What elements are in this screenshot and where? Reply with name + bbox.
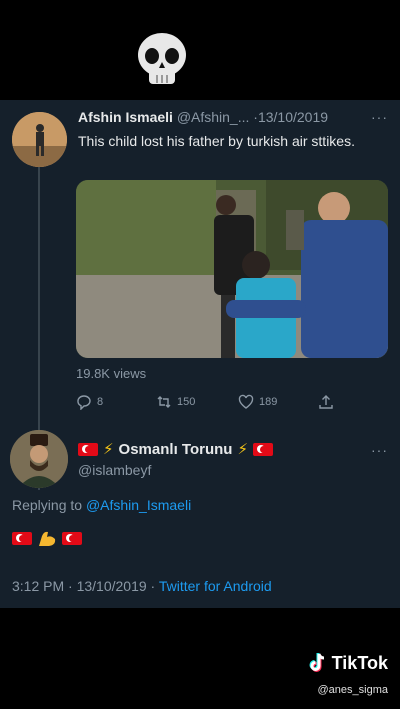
mention-link[interactable]: @Afshin_Ismaeli — [86, 497, 191, 513]
tweet-header: Afshin Ismaeli @Afshin_... ·13/10/2019 — [78, 109, 328, 125]
avatar-portrait-icon — [10, 430, 68, 488]
display-name[interactable]: Osmanlı Torunu — [119, 441, 233, 458]
tweet-screenshot-panel: Afshin Ismaeli @Afshin_... ·13/10/2019 ·… — [0, 100, 400, 608]
flexed-biceps-icon — [39, 531, 56, 546]
handle[interactable]: @islambeyf — [78, 462, 151, 478]
tiktok-brand: TikTok — [331, 652, 388, 673]
heart-icon — [238, 394, 254, 409]
turkish-flag-icon — [253, 442, 273, 456]
turkish-flag-icon — [62, 531, 82, 545]
share-icon — [319, 395, 333, 409]
tweet-text: This child lost his father by turkish ai… — [78, 133, 355, 149]
avatar-photo-icon — [12, 112, 67, 167]
tweet-emoji-content — [12, 528, 82, 548]
like-count: 189 — [259, 396, 278, 408]
tiktok-handle: @anes_sigma — [317, 684, 388, 696]
like-button[interactable]: 189 — [238, 394, 277, 410]
view-count: 19.8K views — [76, 366, 147, 381]
more-options-button[interactable]: ··· — [371, 442, 388, 458]
tweet-header: ⚡ Osmanlı Torunu ⚡ — [78, 440, 273, 458]
retweet-count: 150 — [177, 396, 196, 408]
timestamp-text: 3:12 PM · 13/10/2019 · — [12, 578, 159, 594]
tiktok-logo-icon — [309, 653, 324, 672]
reply-button[interactable]: 8 — [76, 394, 103, 410]
tiktok-watermark: TikTok — [308, 652, 388, 674]
reply-count: 8 — [97, 396, 104, 408]
source-link[interactable]: Twitter for Android — [159, 578, 272, 594]
display-name[interactable]: Afshin Ismaeli — [78, 109, 173, 125]
share-button[interactable] — [318, 394, 334, 410]
tweet-timestamp: 3:12 PM · 13/10/2019 · Twitter for Andro… — [12, 578, 272, 594]
turkish-flag-icon — [12, 531, 32, 545]
tweet-actions: 8 150 189 — [76, 394, 346, 412]
reply-icon — [77, 395, 91, 410]
turkish-flag-icon — [78, 442, 98, 456]
tweet-video[interactable] — [76, 180, 388, 358]
skull-emoji-icon — [138, 33, 186, 84]
more-options-button[interactable]: ··· — [371, 109, 388, 125]
avatar[interactable] — [10, 430, 68, 488]
retweet-icon — [157, 396, 171, 408]
replying-prefix: Replying to — [12, 497, 86, 513]
replying-to: Replying to @Afshin_Ismaeli — [12, 497, 191, 513]
avatar[interactable] — [12, 112, 67, 167]
lightning-bolt-icon: ⚡ — [237, 441, 248, 458]
handle-and-date[interactable]: @Afshin_... ·13/10/2019 — [177, 109, 328, 125]
lightning-bolt-icon: ⚡ — [103, 441, 114, 458]
video-thumbnail-icon — [76, 180, 388, 358]
retweet-button[interactable]: 150 — [156, 394, 195, 410]
